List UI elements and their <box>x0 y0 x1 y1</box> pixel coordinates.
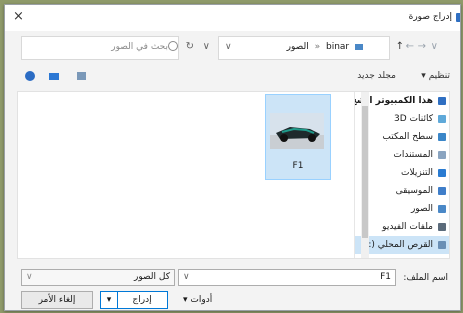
tools-button[interactable]: أدوات ▾ <box>183 295 212 305</box>
file-name-label: F1 <box>292 161 304 171</box>
filename-value: F1 <box>380 272 391 282</box>
scrollbar-thumb[interactable] <box>362 106 368 238</box>
breadcrumb-separator: « <box>314 42 321 52</box>
up-arrow-icon[interactable]: ↑ <box>396 41 404 52</box>
help-icon[interactable] <box>25 71 35 81</box>
downloads-icon <box>438 169 446 177</box>
tree-item-documents[interactable]: المستندات <box>355 146 449 164</box>
command-bar: تنظيم ▾ مجلد جديد <box>5 67 460 87</box>
refresh-icon[interactable]: ↻ <box>186 41 194 52</box>
tree-item-this-pc[interactable]: هذا الكمبيوتر الشخ <box>355 92 449 110</box>
tree-scrollbar[interactable] <box>361 92 369 258</box>
tools-caret-icon: ▾ <box>183 295 188 305</box>
new-folder-button[interactable]: مجلد جديد <box>357 71 396 81</box>
view-options-icon[interactable] <box>77 72 86 80</box>
insert-picture-dialog: إدراج صورة × ← → ∨ ↑ binar « الصور ∨ ∨ ↻… <box>4 4 461 311</box>
search-icon <box>168 41 178 51</box>
filename-dropdown-icon[interactable]: ∨ <box>183 270 190 285</box>
tree-item-downloads[interactable]: التنزيلات <box>355 164 449 182</box>
dialog-title: إدراج صورة <box>408 12 460 22</box>
tree-item-desktop[interactable]: سطح المكتب <box>355 128 449 146</box>
breadcrumb: binar « الصور <box>287 42 363 52</box>
image-thumbnail-icon <box>270 113 324 149</box>
tree-item-label: المستندات <box>393 150 433 160</box>
file-type-value: كل الصور <box>133 272 170 282</box>
3d-objects-icon <box>438 115 446 123</box>
tools-label: أدوات <box>190 295 213 305</box>
insert-options-button[interactable]: ▾ <box>100 291 118 309</box>
pictures-icon <box>438 205 446 213</box>
back-arrow-icon[interactable]: ← <box>406 41 414 52</box>
tree-item-videos[interactable]: ملفات الفيديو <box>355 218 449 236</box>
tree-item-3d-objects[interactable]: كائنات 3D <box>355 110 449 128</box>
navigation-bar: ← → ∨ ↑ binar « الصور ∨ ∨ ↻ بحث في الصور <box>5 35 460 61</box>
file-browser: هذا الكمبيوتر الشخ كائنات 3D سطح المكتب … <box>17 91 450 259</box>
cancel-button[interactable]: إلغاء الأمر <box>21 291 93 309</box>
tree-item-pictures[interactable]: الصور <box>355 200 449 218</box>
insert-button[interactable]: إدراج <box>116 291 168 309</box>
breadcrumb-pictures[interactable]: الصور <box>287 42 309 52</box>
forward-arrow-icon[interactable]: → <box>418 41 426 52</box>
local-disk-icon <box>438 241 446 249</box>
address-dropdown-extra-icon[interactable]: ∨ <box>203 41 210 52</box>
documents-icon <box>438 151 446 159</box>
search-box[interactable]: بحث في الصور <box>21 36 179 60</box>
close-icon[interactable]: × <box>13 9 24 24</box>
organize-caret-icon: ▾ <box>421 71 426 81</box>
search-placeholder: بحث في الصور <box>111 42 168 52</box>
tree-item-label: التنزيلات <box>401 168 433 178</box>
pictures-folder-icon <box>355 43 363 50</box>
title-bar: إدراج صورة × <box>5 5 460 31</box>
tree-item-label: ملفات الفيديو <box>382 222 433 232</box>
tree-item-local-disk[interactable]: القرص المحلي (: <box>355 236 449 254</box>
tree-item-label: القرص المحلي (: <box>368 240 433 250</box>
tree-item-label: كائنات 3D <box>394 114 433 124</box>
preview-pane-icon[interactable] <box>49 73 59 80</box>
dialog-title-text: إدراج صورة <box>408 12 452 22</box>
music-icon <box>438 187 446 195</box>
address-dropdown-icon[interactable]: ∨ <box>225 42 232 52</box>
tree-item-music[interactable]: الموسيقى <box>355 182 449 200</box>
file-type-dropdown-icon[interactable]: ∨ <box>26 270 33 285</box>
breadcrumb-binar[interactable]: binar <box>326 42 349 52</box>
tree-item-label: سطح المكتب <box>382 132 433 142</box>
dropdown-history-icon[interactable]: ∨ <box>431 41 438 52</box>
insert-picture-icon <box>456 13 460 22</box>
desktop-icon <box>438 133 446 141</box>
videos-icon <box>438 223 446 231</box>
tree-item-label: الموسيقى <box>395 186 433 196</box>
bottom-controls: اسم الملف: F1 ∨ كل الصور ∨ أدوات ▾ إدراج… <box>5 261 460 310</box>
organize-button[interactable]: تنظيم ▾ <box>421 71 450 81</box>
filename-label: اسم الملف: <box>403 273 448 283</box>
file-type-select[interactable]: كل الصور ∨ <box>21 269 175 286</box>
tree-item-label: الصور <box>410 204 433 214</box>
file-item[interactable]: F1 <box>265 94 331 180</box>
organize-label: تنظيم <box>428 71 450 81</box>
this-pc-icon <box>438 97 446 105</box>
filename-input[interactable]: F1 ∨ <box>178 269 396 286</box>
address-bar[interactable]: binar « الصور ∨ <box>218 36 390 60</box>
